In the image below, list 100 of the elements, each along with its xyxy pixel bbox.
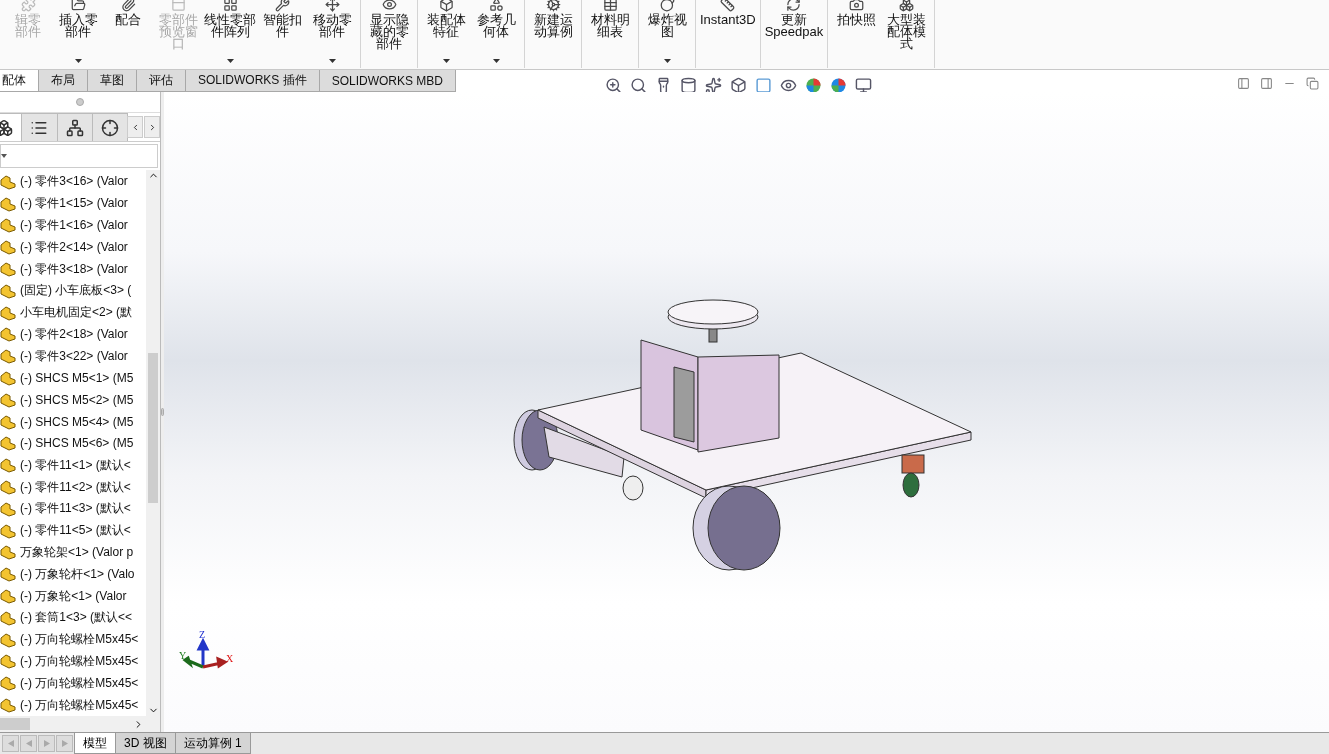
axis-label: Y <box>179 650 187 661</box>
command-tab[interactable]: SOLIDWORKS MBD <box>318 70 457 92</box>
ribbon-button[interactable]: 配合 <box>103 0 153 68</box>
ribbon-button[interactable]: 移动零 部件 <box>307 0 357 68</box>
bottom-tab[interactable]: 3D 视图 <box>115 733 176 754</box>
tree-item[interactable]: (-) 零件3<22> (Valor <box>20 347 128 365</box>
ribbon-button[interactable]: 材料明 细表 <box>585 0 635 68</box>
ribbon-button[interactable]: 线性零部 件阵列 <box>203 0 257 68</box>
tree-item[interactable]: (-) 万象轮杆<1> (Valo <box>20 565 135 583</box>
eye-icon <box>381 0 397 12</box>
tree-item[interactable]: (-) 零件1<15> (Valor <box>20 195 128 213</box>
caret-icon[interactable] <box>492 59 500 63</box>
nav-arrow-icon <box>61 740 68 747</box>
part-icon <box>0 217 16 234</box>
part-icon <box>0 697 16 713</box>
ribbon-button[interactable]: 更新 Speedpak <box>763 0 825 68</box>
panel-tab[interactable] <box>91 113 128 141</box>
color-ball-icon[interactable] <box>830 76 848 94</box>
panel-right-icon[interactable] <box>1260 76 1273 90</box>
tree-item[interactable]: (-) 零件11<3> (默认< <box>20 500 131 518</box>
part-icon <box>0 413 16 430</box>
command-tab[interactable]: 布局 <box>38 70 88 92</box>
nav-arrow-icon <box>43 740 50 747</box>
axis-label: X <box>226 653 234 664</box>
tree-item[interactable]: (-) 零件2<18> (Valor <box>20 325 128 343</box>
ruler-icon <box>720 0 736 12</box>
panel-left-icon[interactable] <box>1237 76 1250 90</box>
gear-icon <box>545 0 561 12</box>
caret-icon[interactable] <box>226 59 234 63</box>
grid-icon <box>222 0 238 12</box>
part-icon <box>0 282 16 299</box>
caret-icon[interactable] <box>74 59 82 63</box>
restore-icon[interactable] <box>1306 76 1319 90</box>
grip-icon[interactable] <box>76 98 84 106</box>
tree-item[interactable]: (-) 零件11<2> (默认< <box>20 478 131 496</box>
square-icon[interactable] <box>755 76 773 94</box>
tree-item[interactable]: (-) SHCS M5<1> (M5 <box>20 371 134 386</box>
tree-item[interactable]: 小车电机固定<2> (默 <box>20 304 133 322</box>
part-icon <box>0 391 16 408</box>
ribbon-button[interactable]: 智能扣 件 <box>257 0 307 68</box>
scrollbar-thumb[interactable] <box>0 718 30 730</box>
ribbon-button[interactable]: 插入零 部件 <box>53 0 103 68</box>
tree-item[interactable]: (-) 万向轮螺栓M5x45< <box>20 631 139 649</box>
caret-icon[interactable] <box>663 59 671 63</box>
paperclip-icon <box>120 0 136 12</box>
tree-item[interactable]: 万象轮架<1> (Valor p <box>20 543 134 561</box>
color-ball-icon[interactable] <box>805 76 823 94</box>
nav-arrow-icon <box>7 740 14 747</box>
tree-item[interactable]: (固定) 小车底板<3> ( <box>20 282 132 300</box>
ribbon-button[interactable]: 装配体 特征 <box>421 0 471 68</box>
tree-item[interactable]: (-) SHCS M5<2> (M5 <box>20 392 134 407</box>
tree-item[interactable]: (-) 万向轮螺栓M5x45< <box>20 696 139 714</box>
tree-item[interactable]: (-) 零件3<18> (Valor <box>20 260 128 278</box>
part-icon <box>0 500 16 517</box>
part-icon <box>0 588 16 605</box>
ribbon-button[interactable]: 参考几 何体 <box>471 0 521 68</box>
panel-tab[interactable] <box>21 113 58 141</box>
part-icon <box>0 239 16 256</box>
caret-icon <box>1 154 7 158</box>
panel-tab[interactable] <box>56 113 93 141</box>
nav-arrow-icon <box>25 740 32 747</box>
monitor-icon[interactable] <box>855 76 873 94</box>
ribbon-button[interactable]: 大型装 配体模 式 <box>881 0 932 68</box>
tree-item[interactable]: (-) SHCS M5<6> (M5 <box>20 436 134 451</box>
command-tab[interactable]: 评估 <box>136 70 186 92</box>
tree-item[interactable]: (-) 万向轮螺栓M5x45< <box>20 652 139 670</box>
ribbon-button[interactable]: 新建运 动算例 <box>528 0 578 68</box>
bottom-tab[interactable]: 模型 <box>74 733 116 754</box>
search-icon[interactable] <box>630 76 648 94</box>
part-icon <box>0 348 16 365</box>
tree-item[interactable]: (-) 零件11<1> (默认< <box>20 456 131 474</box>
tree-item[interactable]: (-) 万向轮螺栓M5x45< <box>20 674 139 692</box>
sparkle-icon[interactable] <box>705 76 723 94</box>
tree-item[interactable]: (-) 零件11<5> (默认< <box>20 522 131 540</box>
caret-icon[interactable] <box>442 59 450 63</box>
part-icon <box>0 370 16 387</box>
boxes-icon <box>0 118 14 137</box>
tree-item[interactable]: (-) 零件2<14> (Valor <box>20 238 128 256</box>
ribbon-button[interactable]: Instant3D <box>699 0 757 68</box>
tree-icon <box>65 118 84 137</box>
part-icon <box>0 566 16 583</box>
bottom-tab[interactable]: 运动算例 1 <box>174 733 251 754</box>
tree-item[interactable]: (-) 套筒1<3> (默认<< <box>20 609 133 627</box>
move-icon <box>324 0 340 12</box>
ribbon-button[interactable]: 爆炸视 图 <box>642 0 692 68</box>
tree-item[interactable]: (-) 零件1<16> (Valor <box>20 217 128 234</box>
zoom-icon[interactable] <box>605 76 623 94</box>
scrollbar-thumb[interactable] <box>148 353 158 503</box>
tree-item[interactable]: (-) 万象轮<1> (Valor <box>20 587 127 605</box>
command-tab[interactable]: 草图 <box>87 70 137 92</box>
caret-icon[interactable] <box>328 59 336 63</box>
tree-item[interactable]: (-) SHCS M5<4> (M5 <box>20 414 134 429</box>
ribbon-button[interactable]: 拍快照 <box>831 0 882 68</box>
tree-item[interactable]: (-) 零件3<16> (Valor <box>20 173 128 191</box>
filter-field[interactable] <box>0 144 158 168</box>
part-icon <box>0 304 16 321</box>
cylinder-icon[interactable] <box>680 76 698 94</box>
cube-icon[interactable] <box>730 76 748 94</box>
ribbon-button[interactable]: 显示隐 藏的零 部件 <box>364 0 414 68</box>
command-tab[interactable]: SOLIDWORKS 插件 <box>185 70 320 92</box>
